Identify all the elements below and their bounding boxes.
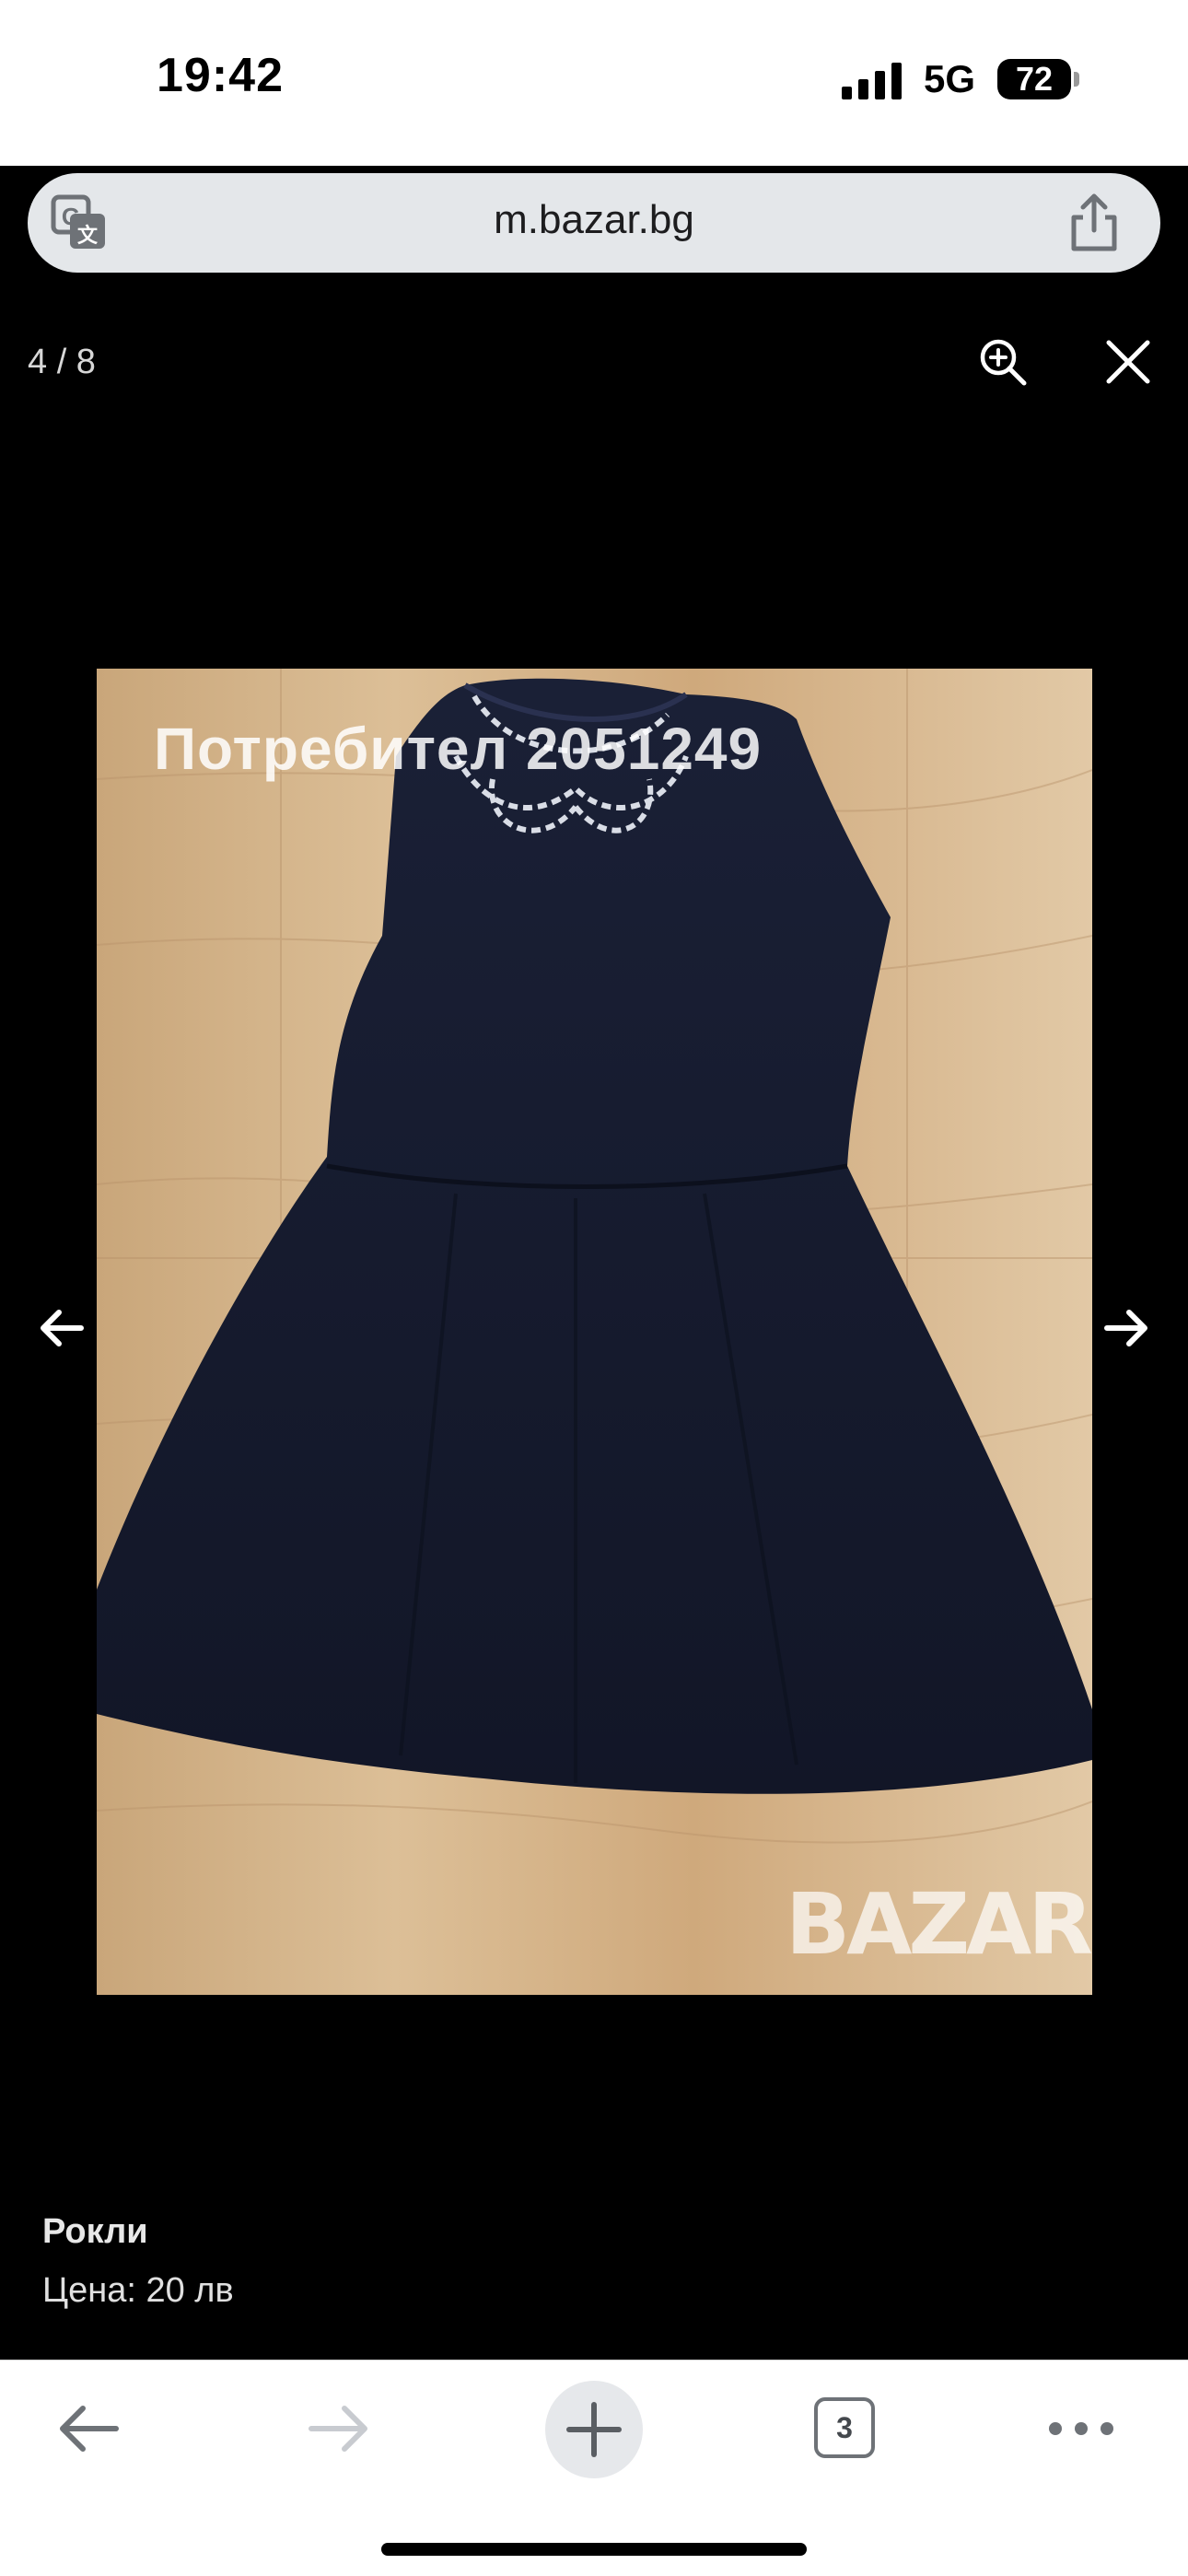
url-text[interactable]: m.bazar.bg: [28, 197, 1160, 243]
plus-icon: [566, 2402, 622, 2457]
tabs-button[interactable]: 3: [814, 2397, 875, 2458]
battery-level: 72: [997, 59, 1071, 99]
status-time: 19:42: [157, 49, 284, 102]
dress-image: [97, 669, 1092, 1995]
product-photo: Потребител 2051249 BAZAR: [97, 669, 1092, 1995]
image-counter: 4 / 8: [28, 343, 96, 381]
address-bar[interactable]: G 文 m.bazar.bg: [28, 173, 1160, 273]
zoom-in-icon[interactable]: [978, 337, 1028, 387]
close-icon[interactable]: [1103, 337, 1153, 387]
new-tab-button[interactable]: [545, 2381, 643, 2478]
more-icon[interactable]: [1046, 2403, 1116, 2454]
network-type: 5G: [924, 57, 976, 100]
image-viewer: 4 / 8 Потребител 2051249 BAZAR Рокли Цен…: [0, 300, 1188, 2360]
listing-price: Цена: 20 лв: [42, 2271, 234, 2310]
browser-toolbar: 3: [0, 2360, 1188, 2576]
battery-cap: [1074, 72, 1079, 87]
watermark-user: Потребител 2051249: [154, 716, 763, 782]
arrow-left-icon[interactable]: [33, 1300, 90, 1357]
back-icon[interactable]: [53, 2394, 123, 2464]
status-bar: 19:42 5G 72: [0, 0, 1188, 166]
watermark-logo: BAZAR: [786, 1875, 1092, 1974]
listing-category: Рокли: [42, 2212, 148, 2251]
share-icon[interactable]: [1066, 193, 1122, 252]
home-indicator: [381, 2543, 807, 2556]
arrow-right-icon[interactable]: [1098, 1300, 1155, 1357]
signal-icon: [842, 63, 902, 99]
forward-icon[interactable]: [304, 2394, 374, 2464]
